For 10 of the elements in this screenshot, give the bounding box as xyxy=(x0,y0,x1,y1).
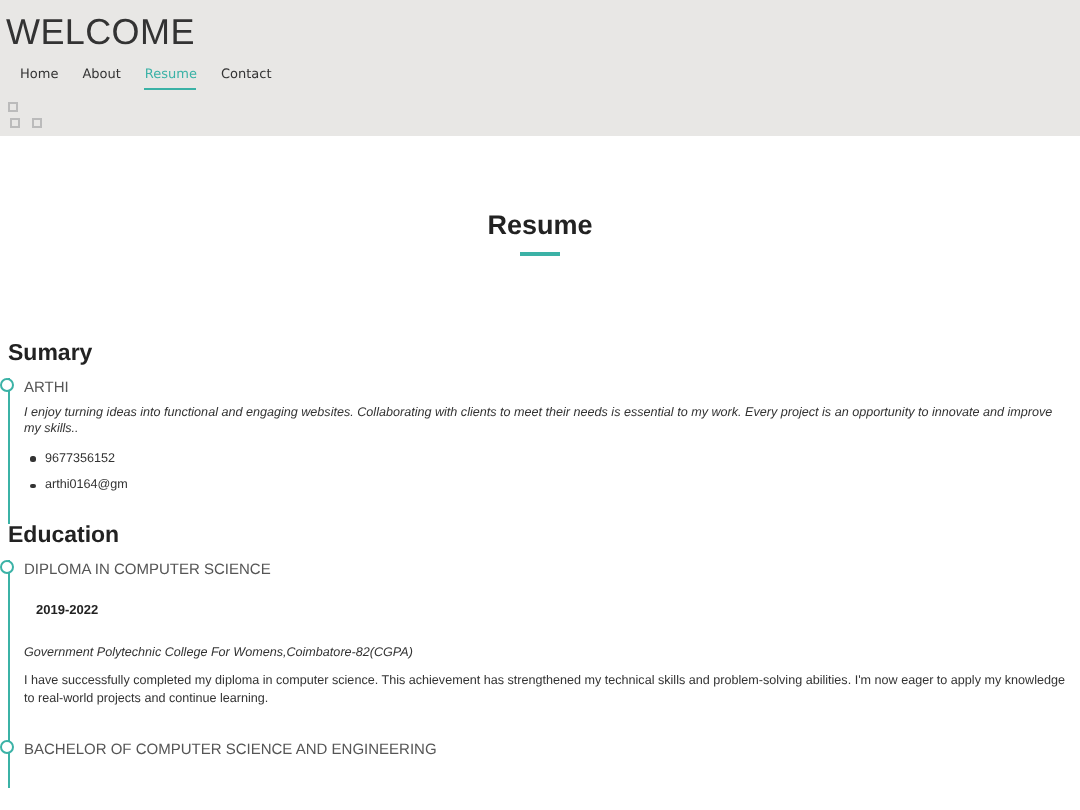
square-icon xyxy=(8,102,18,112)
page-title: Resume xyxy=(487,210,593,240)
square-icon xyxy=(10,118,20,128)
section-heading: Education xyxy=(8,523,122,548)
bullet-icon xyxy=(30,456,35,462)
title-underline xyxy=(520,252,560,255)
square-icon xyxy=(32,118,42,128)
bullet-icon xyxy=(30,483,35,488)
site-title: WELCOME xyxy=(6,12,195,54)
section-heading: Sumary xyxy=(8,341,95,365)
